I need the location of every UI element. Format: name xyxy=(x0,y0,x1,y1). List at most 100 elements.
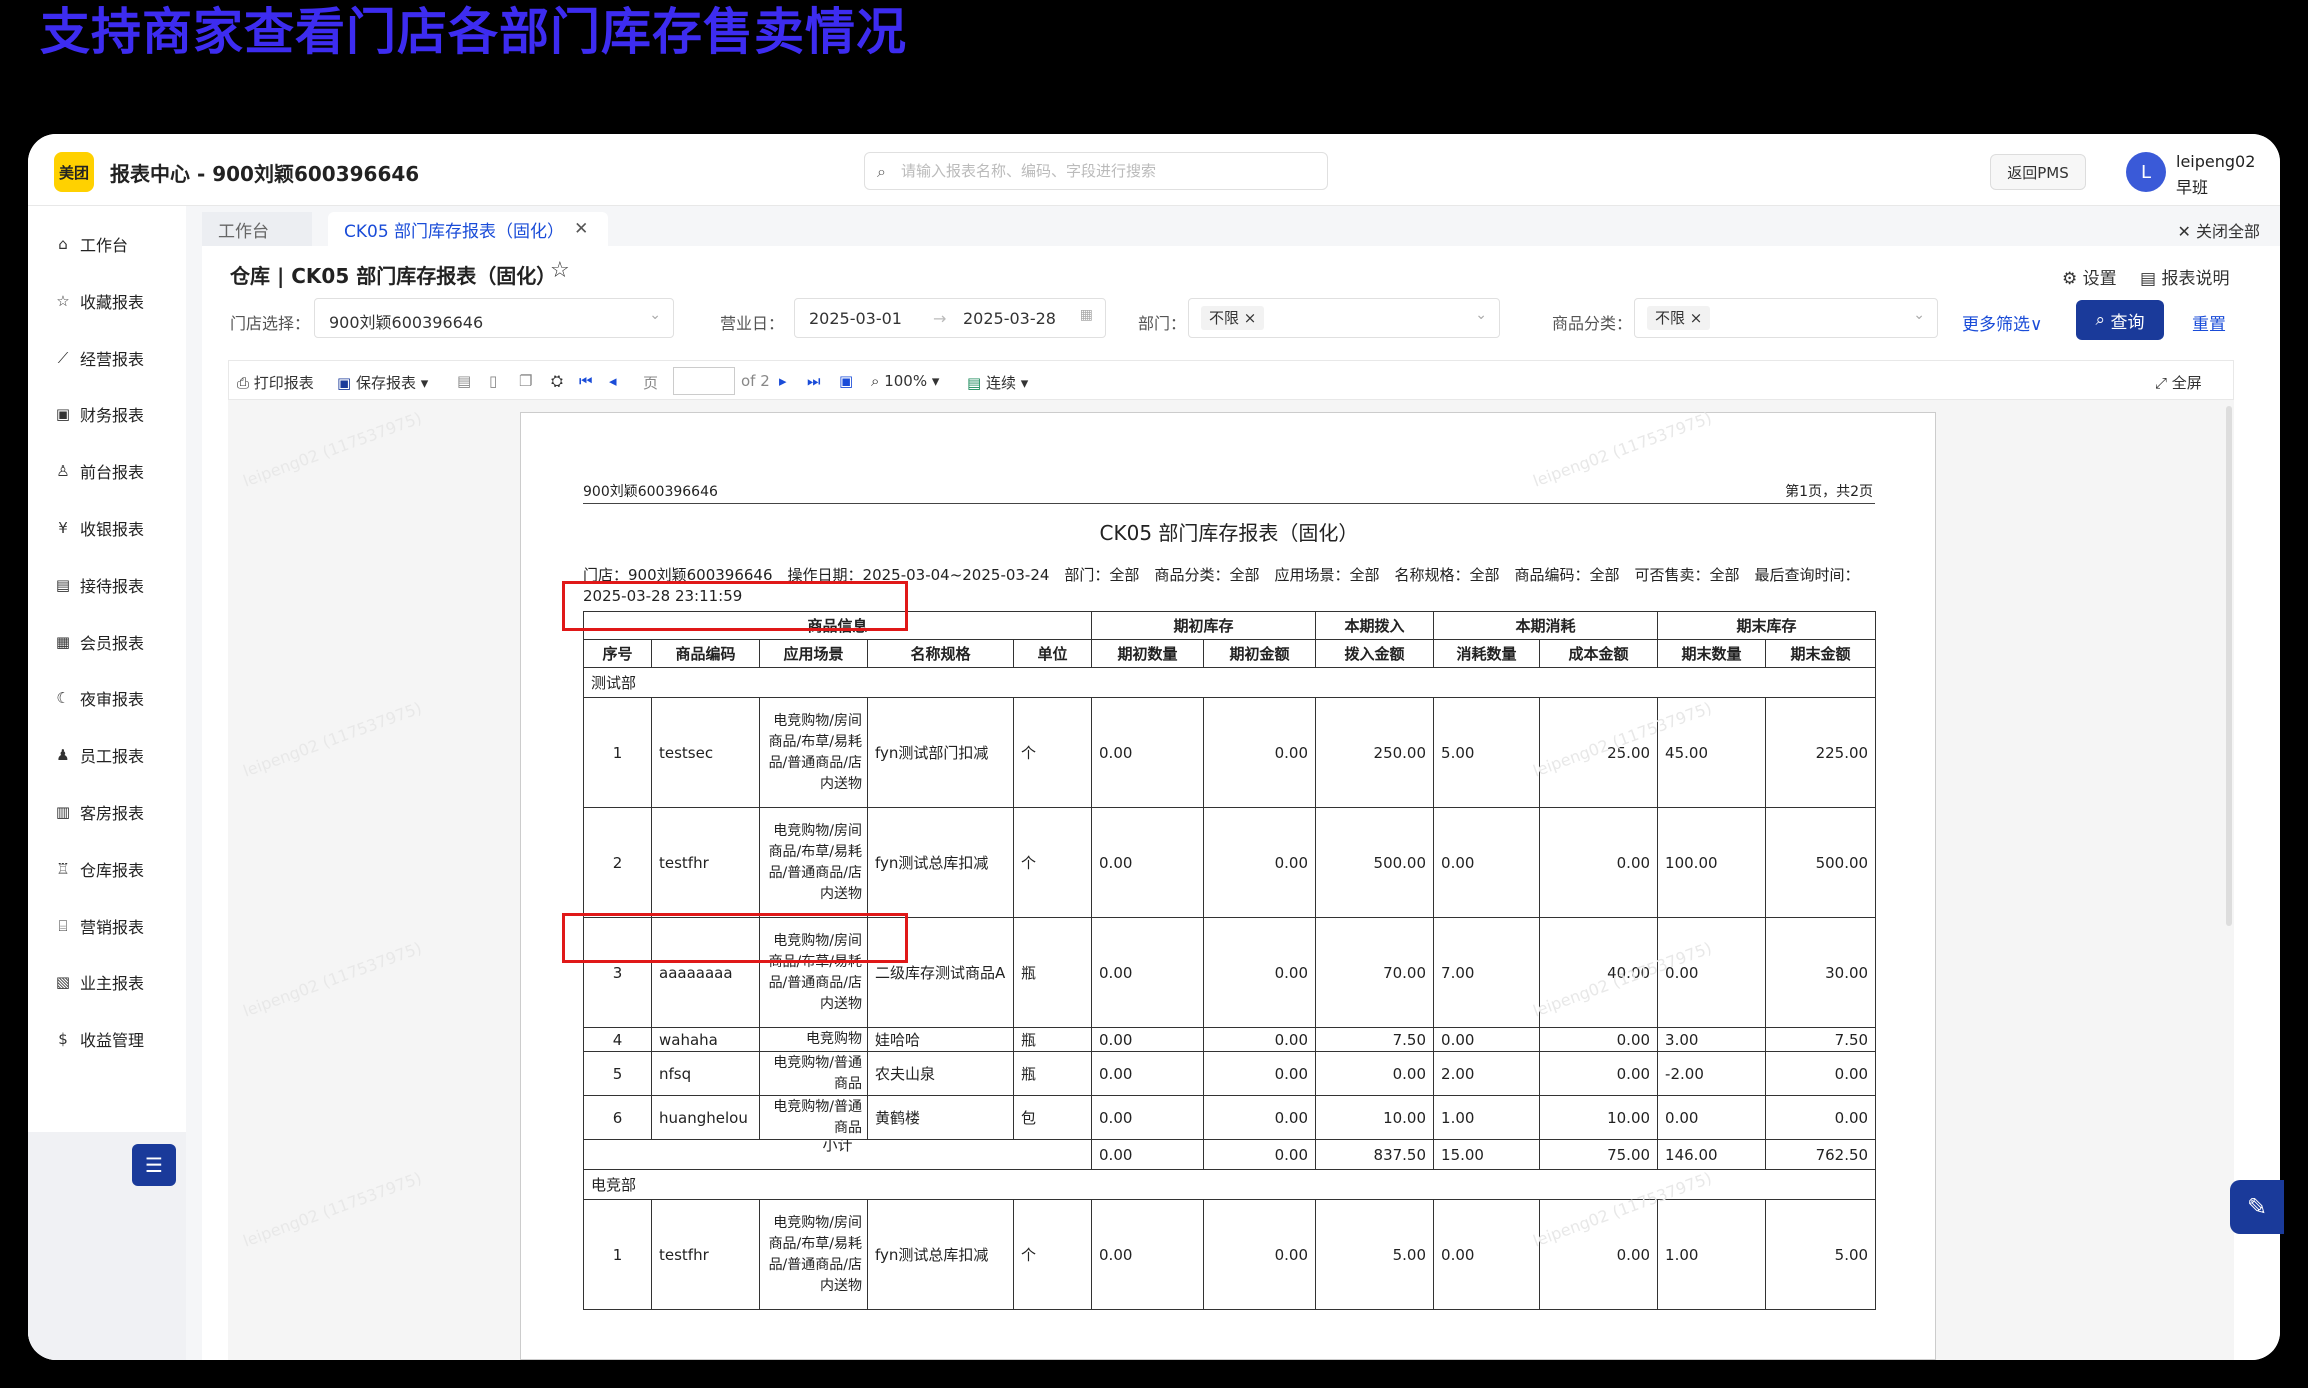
table-cell: 4 xyxy=(583,1027,652,1052)
sidebar-item-12[interactable]: ⌸ 营销报表 xyxy=(28,898,186,954)
binoculars-icon[interactable]: ⛭ xyxy=(551,372,563,390)
column-header: 期末数量 xyxy=(1657,639,1767,668)
table-cell: 5.00 xyxy=(1315,1199,1435,1310)
date-from[interactable]: 2025-03-01 xyxy=(809,309,902,328)
viewer-scrollbar[interactable] xyxy=(2226,406,2232,926)
next-page-icon[interactable]: ▸ xyxy=(779,372,787,390)
table-cell: 0.00 xyxy=(1091,807,1205,918)
collapse-sidebar-icon[interactable]: ☰ xyxy=(132,1144,176,1186)
fullscreen-button[interactable]: ⤢ 全屏 xyxy=(2155,372,2202,393)
table-cell: 个 xyxy=(1012,807,1093,918)
clipboard-icon[interactable]: ▯ xyxy=(489,372,497,390)
sidebar-item-icon: ♖ xyxy=(56,859,70,878)
back-to-pms-button[interactable]: 返回PMS xyxy=(1990,154,2086,190)
sidebar-item-5[interactable]: ¥ 收银报表 xyxy=(28,500,186,556)
fit-page-icon[interactable]: ▣ xyxy=(839,372,853,390)
category-tag-label: 不限 xyxy=(1655,309,1686,327)
export-icon[interactable]: ▤ xyxy=(457,372,471,390)
table-cell: 0.00 xyxy=(1091,917,1205,1028)
zoom-select[interactable]: ⌕ 100% ▾ xyxy=(871,372,939,390)
sidebar-item-7[interactable]: ▦ 会员报表 xyxy=(28,614,186,670)
sidebar-item-10[interactable]: ▥ 客房报表 xyxy=(28,784,186,840)
report-title: CK05 部门库存报表（固化） xyxy=(1099,521,1359,545)
table-cell: 2.00 xyxy=(1433,1051,1541,1096)
save-icon: ▣ xyxy=(337,374,352,392)
gear-icon: ⚙ xyxy=(2062,269,2078,289)
continuous-icon: ▤ xyxy=(967,374,982,392)
category-select[interactable]: 不限 × ⌄ xyxy=(1634,298,1938,338)
report-search[interactable]: ⌕ xyxy=(864,152,1328,190)
sidebar-item-icon: ♙ xyxy=(56,462,70,481)
table-cell: 0.00 xyxy=(1433,1199,1541,1310)
column-header: 消耗数量 xyxy=(1433,639,1541,668)
table-cell: 个 xyxy=(1012,1199,1093,1310)
more-filters-link[interactable]: 更多筛选∨ xyxy=(1962,310,2042,335)
sidebar-item-11[interactable]: ♖ 仓库报表 xyxy=(28,841,186,897)
dept-tag[interactable]: 不限 × xyxy=(1201,306,1265,330)
dept-group-row: 测试部 xyxy=(582,667,1877,698)
store-select[interactable]: 900刘颖600396646 ⌄ xyxy=(314,298,674,338)
favorite-star-icon[interactable]: ☆ xyxy=(550,258,570,283)
settings-button[interactable]: ⚙ 设置 xyxy=(2062,264,2117,289)
sidebar-item-8[interactable]: ☾ 夜审报表 xyxy=(28,670,186,726)
prev-page-icon[interactable]: ◂ xyxy=(609,372,617,390)
sidebar-item-3[interactable]: ▣ 财务报表 xyxy=(28,386,186,442)
sidebar-item-icon: ▥ xyxy=(55,803,71,821)
sidebar-item-13[interactable]: ▧ 业主报表 xyxy=(28,954,186,1010)
sidebar-item-0[interactable]: ⌂ 工作台 xyxy=(28,216,186,272)
sidebar: ⌂ 工作台 ☆ 收藏报表 ⟋ 经营报表 ▣ 财务报表 ♙ 前台报表 ¥ 收银报表 ▤ 接待报表 ▦ 会员报表 ☾… xyxy=(28,206,186,1360)
sidebar-item-icon: ☾ xyxy=(56,689,70,708)
page-number-input[interactable] xyxy=(673,367,735,395)
user-name[interactable]: leipeng02 xyxy=(2176,152,2255,171)
first-page-icon[interactable]: ⏮ xyxy=(579,372,593,390)
table-cell: 0.00 xyxy=(1203,917,1317,1028)
search-input[interactable] xyxy=(901,159,1311,183)
sidebar-item-4[interactable]: ♙ 前台报表 xyxy=(28,443,186,499)
last-page-icon[interactable]: ⏭ xyxy=(807,372,821,390)
sidebar-item-9[interactable]: ♟ 员工报表 xyxy=(28,727,186,783)
close-icon[interactable]: ✕ xyxy=(574,219,588,239)
avatar[interactable]: L xyxy=(2126,152,2166,192)
report-page-indicator: 第1页，共2页 xyxy=(1785,484,1873,500)
sidebar-item-label: 营销报表 xyxy=(80,917,145,937)
close-icon[interactable]: × xyxy=(1244,309,1257,327)
category-tag[interactable]: 不限 × xyxy=(1647,306,1711,330)
sidebar-item-14[interactable]: $ 收益管理 xyxy=(28,1011,186,1067)
table-cell: 0.00 xyxy=(1539,807,1659,918)
print-report-button[interactable]: ⎙ 打印报表 xyxy=(237,372,314,393)
table-cell: 3.00 xyxy=(1657,1027,1767,1052)
column-header: 期末金额 xyxy=(1765,639,1877,668)
view-mode-select[interactable]: ▤ 连续 ▾ xyxy=(967,372,1028,393)
subtotal-row: 小计 0.00 0.00 837.50 15.00 75.00 146.00 762.50 xyxy=(582,1139,1877,1170)
feedback-edit-icon[interactable]: ✎ xyxy=(2230,1180,2284,1234)
query-button[interactable]: ⌕ 查询 xyxy=(2076,300,2164,340)
page-of: of 2 xyxy=(741,372,770,390)
sidebar-item-icon: ▤ xyxy=(55,575,71,594)
copy-icon[interactable]: ❐ xyxy=(519,372,532,390)
view-mode-value: 连续 xyxy=(985,374,1016,392)
date-to[interactable]: 2025-03-28 xyxy=(963,309,1056,328)
table-cell: huanghelou xyxy=(651,1095,760,1140)
close-all-tabs-button[interactable]: ✕ 关闭全部 xyxy=(2178,218,2261,242)
table-cell: 0.00 xyxy=(1315,1051,1435,1096)
sidebar-item-label: 收银报表 xyxy=(80,520,145,539)
table-cell: 0.00 xyxy=(1657,917,1767,1028)
reset-button[interactable]: 重置 xyxy=(2192,310,2226,335)
sidebar-item-2[interactable]: ⟋ 经营报表 xyxy=(28,330,186,386)
sidebar-item-6[interactable]: ▤ 接待报表 xyxy=(28,557,186,613)
report-viewer[interactable]: 900刘颖600396646 第1页，共2页 CK05 部门库存报表（固化） 门… xyxy=(228,400,2234,1360)
sidebar-item-1[interactable]: ☆ 收藏报表 xyxy=(28,273,186,329)
dept-tag-label: 不限 xyxy=(1209,309,1240,327)
tab-ck05-report[interactable]: CK05 部门库存报表（固化） ✕ xyxy=(328,212,608,246)
dept-select[interactable]: 不限 × ⌄ xyxy=(1188,298,1500,338)
close-icon[interactable]: × xyxy=(1690,309,1703,327)
report-help-button[interactable]: ▤ 报表说明 xyxy=(2140,264,2229,289)
tab-workbench[interactable]: 工作台 xyxy=(202,212,312,246)
date-range-picker[interactable]: 2025-03-01 → 2025-03-28 ▦ xyxy=(794,298,1106,338)
more-filters-label: 更多筛选 xyxy=(1962,315,2030,335)
chevron-down-icon: ⌄ xyxy=(649,307,661,323)
column-header: 拨入金额 xyxy=(1315,639,1435,668)
column-header: 商品编码 xyxy=(651,639,760,668)
table-cell xyxy=(1091,667,1877,698)
save-report-button[interactable]: ▣ 保存报表 ▾ xyxy=(337,372,428,393)
